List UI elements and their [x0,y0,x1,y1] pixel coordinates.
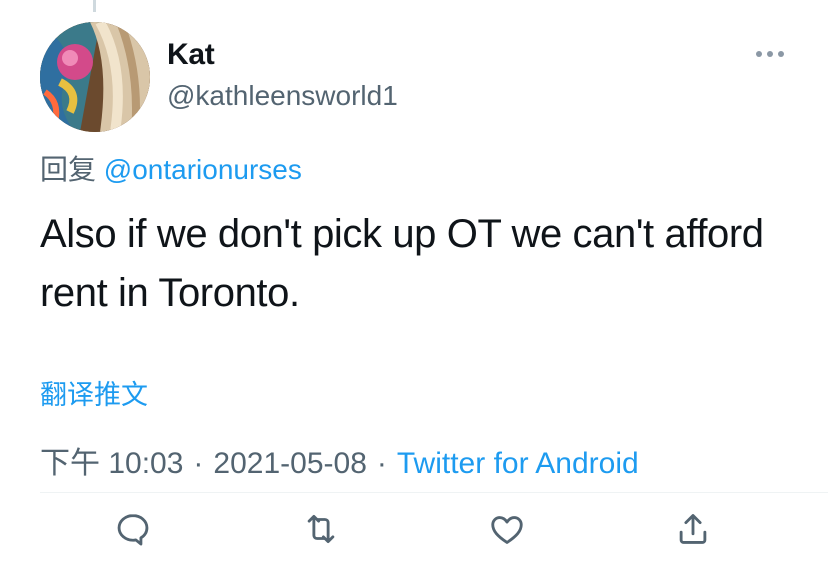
reply-prefix: 回复 [40,154,97,185]
like-button[interactable] [484,506,530,552]
share-icon [679,514,707,544]
avatar-image [40,22,150,132]
retweet-icon [307,514,335,544]
author-name[interactable]: Kat [167,38,215,72]
tweet-meta: 下午 10:03 · 2021-05-08 · Twitter for Android [40,438,639,482]
reply-button[interactable] [110,506,156,552]
reply-mention-link[interactable]: @ontarionurses [104,154,302,185]
avatar[interactable] [40,22,150,132]
divider [40,492,828,493]
more-options-button[interactable] [750,42,790,66]
more-dots-icon [756,51,784,57]
tweet-text: Also if we don't pick up OT we can't aff… [40,212,764,315]
meta-separator: · [193,447,204,480]
retweet-button[interactable] [298,506,344,552]
like-icon [491,516,523,544]
reply-icon [117,514,149,546]
meta-separator: · [376,447,387,480]
reply-context: 回复 @ontarionurses [40,148,302,188]
author-handle[interactable]: @kathleensworld1 [167,80,398,112]
share-button[interactable] [670,506,716,552]
translate-tweet-link[interactable]: 翻译推文 [40,373,148,412]
thread-connector-line [93,0,96,12]
tweet-date[interactable]: 2021-05-08 [213,447,366,480]
action-bar [0,506,828,552]
tweet-time[interactable]: 下午 10:03 [40,447,183,480]
tweet-source-link[interactable]: Twitter for Android [397,447,639,480]
